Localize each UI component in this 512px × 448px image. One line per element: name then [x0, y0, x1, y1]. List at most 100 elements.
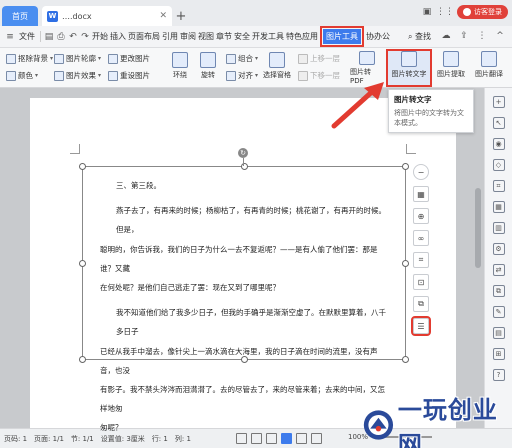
rotate-button[interactable]: 旋转 [194, 52, 222, 86]
ribbon: 抠除背景 ▾ 颜色 ▾ 图片轮廓 ▾ 图片效果 ▾ 更改图片 重设图片 环绕 旋转 组合… [0, 48, 512, 88]
wrap-icon [172, 52, 188, 68]
picture-extract-icon [443, 51, 459, 67]
tab-featured[interactable]: 特色应用 [285, 31, 319, 42]
ribbon-col-4: 环绕 [166, 52, 194, 86]
settings-icon[interactable]: ⚙ [492, 243, 505, 255]
crop-icon[interactable]: ⌗ [413, 252, 429, 268]
paragraph-1-line: 在何处呢？是他们自己逃走了罢：现在又到了哪里呢？ [100, 283, 280, 293]
document-tab[interactable]: W ….docx ✕ [42, 6, 172, 26]
avatar [463, 8, 471, 16]
tab-picture-tools[interactable]: 图片工具 [320, 26, 364, 47]
tab-view[interactable]: 视图 [197, 31, 215, 42]
pointer-icon[interactable]: ↖ [492, 117, 505, 129]
crop-tool-icon[interactable]: ⌗ [492, 180, 505, 192]
picture-effects-icon [54, 70, 64, 81]
picture-to-pdf-icon [359, 51, 375, 65]
extract-icon[interactable]: ⊡ [413, 274, 429, 290]
link-icon[interactable]: ∞ [413, 230, 429, 246]
book-icon[interactable]: ▤ [492, 327, 505, 339]
resize-handle[interactable] [402, 260, 409, 267]
chart-icon[interactable]: ▥ [492, 222, 505, 234]
resize-handle[interactable] [79, 356, 86, 363]
redo-icon[interactable]: ↷ [79, 31, 91, 43]
ribbon-col-2: 图片轮廓 ▾ 图片效果 ▾ [54, 52, 101, 86]
new-tab-button[interactable]: + [172, 6, 190, 26]
undo-icon[interactable]: ↶ [67, 31, 79, 43]
menu-file[interactable]: 文件 [16, 31, 38, 42]
search-label: 查找 [415, 31, 431, 41]
tab-sections[interactable]: 章节 [215, 31, 233, 42]
picture-outline-button[interactable]: 图片轮廓 ▾ [54, 52, 101, 65]
color-button[interactable]: 颜色 ▾ [6, 69, 53, 82]
align-button[interactable]: 对齐 ▾ [226, 69, 258, 82]
right-sidebar: + ↖ ◉ ◇ ⌗ ▦ ▥ ⚙ ⇄ ⧉ ✎ ▤ ⊞ ? [484, 88, 512, 428]
help-icon[interactable]: ? [492, 369, 505, 381]
tab-security[interactable]: 安全 [233, 31, 251, 42]
tab-references[interactable]: 引用 [161, 31, 179, 42]
ribbon-col-5: 旋转 [194, 52, 222, 86]
watermark-text: 一玩创业网 [397, 395, 498, 448]
translate-icon[interactable]: ⧉ [413, 296, 429, 312]
picture-extract-button[interactable]: 图片提取 [434, 51, 468, 85]
tooltip-title: 图片转文字 [394, 95, 432, 104]
share-panel-icon[interactable]: ⇄ [492, 264, 505, 276]
tab-developer[interactable]: 开发工具 [251, 31, 285, 42]
resize-handle[interactable] [402, 163, 409, 170]
vertical-scrollbar[interactable] [475, 188, 481, 268]
send-backward-icon [298, 70, 308, 81]
picture-float-toolbar: − ▦ ⊕ ∞ ⌗ ⊡ ⧉ ☰ [411, 164, 431, 336]
edit-icon[interactable]: ✎ [492, 306, 505, 318]
remove-background-button[interactable]: 抠除背景 ▾ [6, 52, 53, 65]
location-icon[interactable]: ◉ [492, 138, 505, 150]
plus-icon[interactable]: + [492, 96, 505, 108]
group-button[interactable]: 组合 ▾ [226, 52, 258, 65]
picture-effects-button[interactable]: 图片效果 ▾ [54, 69, 101, 82]
shape-icon[interactable]: ◇ [492, 159, 505, 171]
document-tab-name: ….docx [62, 11, 92, 21]
cloud-icon[interactable]: ☁ [440, 30, 452, 42]
save-icon[interactable]: ▤ [43, 31, 55, 43]
tab-insert[interactable]: 插入 [109, 31, 127, 42]
picture-to-text-float-icon[interactable]: ☰ [411, 316, 431, 336]
tab-review[interactable]: 审阅 [179, 31, 197, 42]
bring-forward-button[interactable]: 上移一层 [298, 52, 340, 65]
picture-to-text-button[interactable]: 图片转文字 [386, 49, 432, 87]
wrap-button[interactable]: 环绕 [166, 52, 194, 86]
resize-handle[interactable] [79, 163, 86, 170]
tab-page-layout[interactable]: 页面布局 [127, 31, 161, 42]
change-picture-icon [108, 53, 118, 64]
tab-start[interactable]: 开始 [91, 31, 109, 42]
resize-handle[interactable] [402, 356, 409, 363]
tooltip-description: 将图片中的文字转为文本模式。 [394, 109, 464, 127]
collapse-icon[interactable]: ^ [494, 30, 506, 42]
reset-picture-button[interactable]: 重设图片 [108, 69, 150, 82]
copy-icon[interactable]: ⧉ [492, 285, 505, 297]
reset-picture-icon [108, 70, 118, 81]
window-layout-icon[interactable]: ▣ [421, 6, 433, 18]
table-icon[interactable]: ▦ [492, 201, 505, 213]
share-icon[interactable]: ⇪ [458, 30, 470, 42]
align-icon [226, 70, 236, 81]
resize-handle[interactable] [79, 260, 86, 267]
more-icon[interactable]: ⋮ [476, 30, 488, 42]
rotate-handle-icon[interactable]: ↻ [238, 148, 248, 158]
grid-icon[interactable]: ⊞ [492, 348, 505, 360]
ribbon-col-6: 组合 ▾ 对齐 ▾ [226, 52, 258, 86]
grid-apps-icon[interactable]: ⋮⋮ [436, 6, 454, 18]
tab-collab[interactable]: 协办公 [365, 31, 391, 42]
search-button[interactable]: ⌕ 查找 [405, 31, 434, 42]
selection-pane-button[interactable]: 选择窗格 [262, 52, 292, 86]
search-icon: ⌕ [407, 31, 413, 41]
close-tab-icon[interactable]: ✕ [159, 11, 167, 21]
layout-options-icon[interactable]: ▦ [413, 186, 429, 202]
home-tab[interactable]: 首页 [2, 6, 38, 26]
hamburger-icon[interactable]: ≡ [4, 31, 16, 43]
picture-translate-button[interactable]: 图片翻译 [472, 51, 506, 85]
change-picture-button[interactable]: 更改图片 [108, 52, 150, 65]
watermark-logo-icon [363, 410, 394, 440]
minus-icon[interactable]: − [413, 164, 429, 180]
paragraph-1-line: 聪明的，你告诉我，我们的日子为什么一去不复返呢？——是有人偷了他们罢：那是谁？又… [100, 244, 378, 273]
zoom-icon[interactable]: ⊕ [413, 208, 429, 224]
guest-login-button[interactable]: 访客登录 [457, 5, 508, 19]
print-icon[interactable]: ⎙ [55, 31, 67, 43]
